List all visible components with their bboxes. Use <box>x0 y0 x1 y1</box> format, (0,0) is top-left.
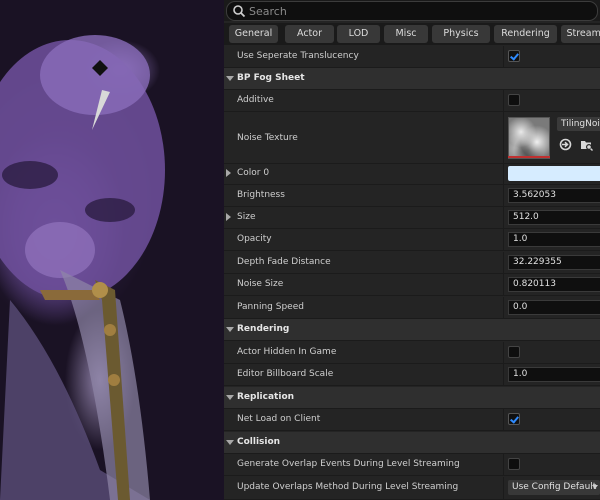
property-label: Update Overlaps Method During Level Stre… <box>237 482 459 492</box>
column-divider <box>503 90 504 111</box>
column-divider <box>503 207 504 228</box>
tab-general[interactable]: General <box>229 25 278 43</box>
category-label: Rendering <box>237 324 290 334</box>
viewport-render[interactable] <box>0 0 224 500</box>
character-render-image <box>0 35 165 500</box>
color-0-swatch[interactable] <box>508 166 600 181</box>
property-label: Panning Speed <box>237 302 304 312</box>
additive-checkbox[interactable] <box>508 94 520 106</box>
tab-actor[interactable]: Actor <box>285 25 334 43</box>
property-row-depth-fade-distance: Depth Fade Distance 32.229355 <box>224 252 600 274</box>
brightness-field[interactable]: 3.562053 <box>508 188 600 203</box>
browse-asset-icon[interactable] <box>580 138 593 151</box>
editor-billboard-scale-field[interactable]: 1.0 <box>508 367 600 382</box>
collapse-arrow-icon[interactable] <box>226 440 234 445</box>
search-input[interactable] <box>249 2 549 20</box>
noise-size-field[interactable]: 0.820113 <box>508 277 600 292</box>
category-tabs: General Actor LOD Misc Physics Rendering… <box>224 23 600 45</box>
property-row-additive: Additive <box>224 90 600 112</box>
update-overlaps-method-dropdown[interactable]: Use Config Default <box>508 480 600 495</box>
collapse-arrow-icon[interactable] <box>226 395 234 400</box>
property-row-net-load-on-client: Net Load on Client <box>224 409 600 431</box>
collapse-arrow-icon[interactable] <box>226 76 234 81</box>
expand-arrow-icon[interactable] <box>226 213 231 221</box>
property-row-brightness: Brightness 3.562053 <box>224 185 600 207</box>
expand-arrow-icon[interactable] <box>226 169 231 177</box>
column-divider <box>503 409 504 430</box>
tab-lod[interactable]: LOD <box>337 25 380 43</box>
property-row-panning-speed: Panning Speed 0.0 <box>224 297 600 319</box>
chevron-down-icon <box>592 485 598 489</box>
property-row-actor-hidden-in-game: Actor Hidden In Game <box>224 342 600 364</box>
use-separate-translucency-checkbox[interactable] <box>508 50 520 62</box>
collapse-arrow-icon[interactable] <box>226 327 234 332</box>
tab-streaming[interactable]: Streaming <box>561 25 600 43</box>
size-field[interactable]: 512.0 <box>508 210 600 225</box>
property-row-color-0: Color 0 <box>224 163 600 185</box>
column-divider <box>503 185 504 206</box>
tab-misc[interactable]: Misc <box>384 25 428 43</box>
column-divider <box>503 252 504 273</box>
search-bar <box>224 0 600 21</box>
property-label: Noise Texture <box>237 133 298 143</box>
property-label: Size <box>237 212 256 222</box>
property-label: Use Seperate Translucency <box>237 51 359 61</box>
dropdown-value: Use Config Default <box>512 482 597 492</box>
search-icon <box>233 5 246 18</box>
property-row-generate-overlap-events: Generate Overlap Events During Level Str… <box>224 454 600 476</box>
property-row-opacity: Opacity 1.0 <box>224 229 600 251</box>
property-label: Actor Hidden In Game <box>237 347 337 357</box>
property-label: Color 0 <box>237 168 270 178</box>
property-label: Net Load on Client <box>237 414 321 424</box>
category-bp-fog-sheet[interactable]: BP Fog Sheet <box>224 68 600 90</box>
property-label: Generate Overlap Events During Level Str… <box>237 459 460 469</box>
property-label: Depth Fade Distance <box>237 257 331 267</box>
column-divider <box>503 364 504 385</box>
column-divider <box>503 229 504 250</box>
column-divider <box>503 454 504 475</box>
property-row-use-separate-translucency: Use Seperate Translucency <box>224 46 600 68</box>
tab-rendering[interactable]: Rendering <box>494 25 557 43</box>
column-divider <box>503 477 504 499</box>
category-replication[interactable]: Replication <box>224 387 600 409</box>
property-row-update-overlaps-method: Update Overlaps Method During Level Stre… <box>224 477 600 500</box>
category-label: Collision <box>237 437 281 447</box>
property-row-noise-texture: Noise Texture TilingNoise <box>224 112 600 164</box>
property-row-size: Size 512.0 <box>224 207 600 229</box>
property-label: Brightness <box>237 190 285 200</box>
category-rendering[interactable]: Rendering <box>224 319 600 341</box>
use-selected-icon[interactable] <box>559 138 572 151</box>
opacity-field[interactable]: 1.0 <box>508 232 600 247</box>
column-divider <box>503 297 504 318</box>
tab-physics[interactable]: Physics <box>432 25 490 43</box>
column-divider <box>503 46 504 67</box>
column-divider <box>503 112 504 163</box>
column-divider <box>503 163 504 184</box>
category-label: BP Fog Sheet <box>237 73 305 83</box>
depth-fade-distance-field[interactable]: 32.229355 <box>508 255 600 270</box>
texture-asset-picker[interactable]: TilingNoise <box>557 117 600 131</box>
property-row-editor-billboard-scale: Editor Billboard Scale 1.0 <box>224 364 600 386</box>
texture-type-bar <box>508 156 550 158</box>
actor-hidden-in-game-checkbox[interactable] <box>508 346 520 358</box>
property-label: Opacity <box>237 234 272 244</box>
category-label: Replication <box>237 392 295 402</box>
category-collision[interactable]: Collision <box>224 432 600 454</box>
net-load-on-client-checkbox[interactable] <box>508 413 520 425</box>
search-box[interactable] <box>226 1 598 21</box>
column-divider <box>503 342 504 363</box>
texture-thumbnail[interactable] <box>508 117 550 159</box>
panning-speed-field[interactable]: 0.0 <box>508 300 600 315</box>
generate-overlap-events-checkbox[interactable] <box>508 458 520 470</box>
property-label: Noise Size <box>237 279 284 289</box>
property-label: Additive <box>237 95 274 105</box>
column-divider <box>503 274 504 295</box>
property-label: Editor Billboard Scale <box>237 369 334 379</box>
property-row-noise-size: Noise Size 0.820113 <box>224 274 600 296</box>
